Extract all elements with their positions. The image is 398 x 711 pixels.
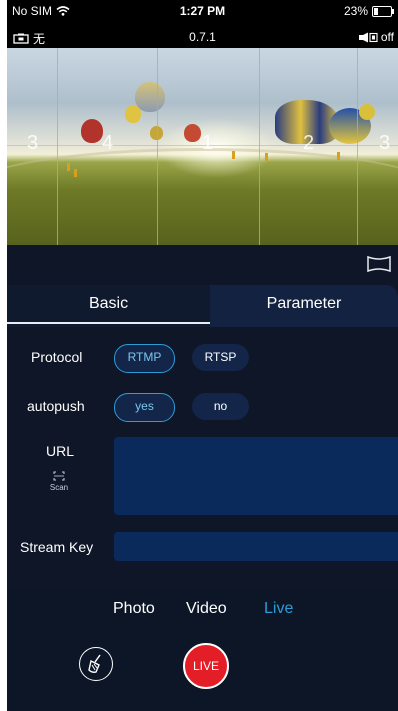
stream-key-label: Stream Key bbox=[20, 539, 94, 555]
mode-video[interactable]: Video bbox=[186, 600, 227, 618]
panorama-preview[interactable]: 3 4 1 2 3 bbox=[7, 48, 398, 245]
grid-line bbox=[157, 48, 158, 245]
sector-number: 4 bbox=[102, 132, 114, 154]
speaker-icon bbox=[358, 32, 378, 42]
field-marker bbox=[67, 163, 70, 171]
balloon-image bbox=[125, 105, 141, 123]
grid-line bbox=[357, 48, 358, 245]
sector-number: 3 bbox=[27, 132, 39, 154]
live-button[interactable]: LIVE bbox=[183, 643, 229, 689]
app-screen: No SIM 1:27 PM 23% 无 0.7.1 off 3 4 1 2 3… bbox=[7, 0, 398, 711]
live-button-label: LIVE bbox=[192, 659, 219, 673]
capture-controls: Photo Video Live LIVE bbox=[7, 588, 398, 711]
grid-line bbox=[259, 48, 260, 245]
tab-parameter[interactable]: Parameter bbox=[210, 285, 398, 327]
autopush-yes-button[interactable]: yes bbox=[114, 393, 175, 422]
protocol-label: Protocol bbox=[31, 349, 83, 365]
balloon-image bbox=[135, 82, 165, 112]
battery-percent: 23% bbox=[343, 4, 368, 18]
view-mode-bar bbox=[7, 245, 398, 285]
field-marker bbox=[74, 169, 77, 177]
status-right: 23% bbox=[343, 4, 394, 18]
balloon-image bbox=[184, 124, 201, 142]
field-marker bbox=[337, 152, 340, 160]
field-marker bbox=[232, 151, 235, 159]
tab-basic-label: Basic bbox=[88, 295, 129, 312]
protocol-rtmp-button[interactable]: RTMP bbox=[114, 344, 175, 373]
battery-fill bbox=[374, 7, 378, 15]
scan-button[interactable]: Scan bbox=[48, 471, 70, 492]
battery-icon bbox=[372, 5, 394, 17]
mode-photo[interactable]: Photo bbox=[113, 600, 155, 618]
status-bar: No SIM 1:27 PM 23% bbox=[7, 0, 398, 28]
settings-tabs: Basic Parameter bbox=[7, 285, 398, 327]
stream-key-field[interactable] bbox=[114, 532, 398, 561]
firmware-version: 0.7.1 bbox=[189, 30, 216, 44]
panorama-view-icon[interactable] bbox=[366, 255, 392, 273]
field-track bbox=[7, 148, 398, 231]
url-field[interactable] bbox=[114, 437, 398, 515]
grid-line bbox=[57, 48, 58, 245]
camera-info-bar: 无 0.7.1 off bbox=[7, 28, 398, 48]
tab-basic[interactable]: Basic bbox=[7, 285, 210, 327]
active-tab-indicator bbox=[7, 322, 210, 324]
tab-parameter-label: Parameter bbox=[266, 295, 342, 312]
autopush-label: autopush bbox=[27, 398, 85, 414]
clean-button[interactable] bbox=[79, 647, 113, 681]
sector-number: 2 bbox=[303, 132, 315, 154]
field-marker bbox=[265, 153, 268, 161]
inflatable-figure bbox=[359, 104, 375, 120]
scan-icon bbox=[53, 471, 65, 481]
speaker-toggle[interactable]: off bbox=[358, 30, 394, 44]
scan-label: Scan bbox=[49, 483, 69, 492]
autopush-no-button[interactable]: no bbox=[192, 393, 249, 420]
status-time: 1:27 PM bbox=[179, 4, 226, 18]
mode-live[interactable]: Live bbox=[264, 600, 293, 618]
url-label: URL bbox=[46, 443, 75, 459]
protocol-rtsp-button[interactable]: RTSP bbox=[192, 344, 249, 371]
sector-number: 1 bbox=[202, 132, 214, 154]
sector-number: 3 bbox=[379, 132, 391, 154]
broom-icon bbox=[88, 654, 101, 673]
speaker-state: off bbox=[380, 30, 394, 44]
balloon-image bbox=[81, 119, 103, 143]
